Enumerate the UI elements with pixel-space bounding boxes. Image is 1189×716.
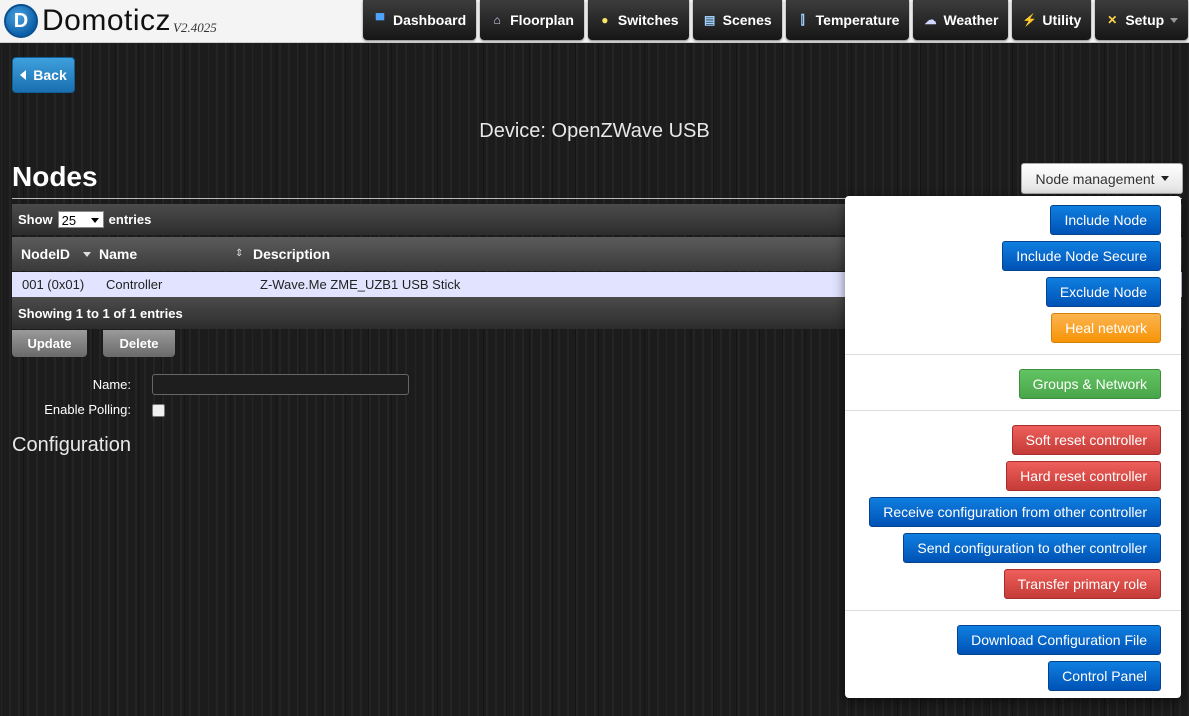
include-node-button[interactable]: Include Node: [1050, 205, 1161, 235]
nav-label: Utility: [1042, 12, 1082, 28]
back-arrow-icon: [20, 70, 27, 80]
delete-button-label: Delete: [119, 336, 159, 351]
cell-description: Z-Wave.Me ZME_UZB1 USB Stick: [260, 277, 461, 292]
node-management-label: Node management: [1035, 170, 1155, 187]
exclude-node-button[interactable]: Exclude Node: [1045, 277, 1161, 307]
download-config-button[interactable]: Download Configuration File: [957, 625, 1161, 655]
nav-floorplan[interactable]: ⌂ Floorplan: [480, 0, 584, 40]
nav-switches[interactable]: ● Switches: [587, 0, 689, 40]
app-name: Domoticz: [42, 4, 172, 37]
hard-reset-button[interactable]: Hard reset controller: [1006, 461, 1161, 491]
soft-reset-button[interactable]: Soft reset controller: [1011, 425, 1161, 455]
monitor-icon: ▀: [375, 13, 385, 27]
cloud-icon: ☁: [924, 13, 937, 27]
thermometer-icon: ⫿: [800, 13, 805, 27]
entries-label: entries: [108, 212, 152, 227]
column-description-label: Description: [253, 246, 331, 262]
include-node-secure-button[interactable]: Include Node Secure: [1002, 241, 1161, 271]
nav-dashboard[interactable]: ▀ Dashboard: [363, 0, 477, 40]
update-button-label: Update: [27, 336, 72, 351]
name-label: Name:: [92, 377, 131, 392]
menu-divider: [845, 410, 1181, 411]
polling-checkbox[interactable]: [152, 404, 165, 417]
transfer-primary-button[interactable]: Transfer primary role: [1003, 569, 1161, 599]
column-nodeid-label: NodeID: [21, 246, 70, 262]
nav-temperature[interactable]: ⫿ Temperature: [785, 0, 910, 40]
column-header-nodeid[interactable]: NodeID: [21, 246, 70, 262]
receive-config-button[interactable]: Receive configuration from other control…: [869, 497, 1161, 527]
menu-divider: [845, 354, 1181, 355]
logo-icon: D: [4, 4, 38, 38]
show-label: Show: [18, 212, 53, 227]
nav-utility[interactable]: ⚡ Utility: [1012, 0, 1092, 40]
heal-network-button[interactable]: Heal network: [1051, 313, 1161, 343]
menu-divider: [845, 610, 1181, 611]
sort-both-icon: ⇕: [235, 248, 244, 259]
top-bar: D Domoticz V2.4025 ▀ Dashboard ⌂ Floorplan ●…: [0, 0, 1189, 43]
nav-setup[interactable]: ✕ Setup: [1095, 0, 1189, 40]
column-header-description[interactable]: Description: [253, 246, 330, 262]
caret-down-icon: [1170, 17, 1179, 23]
control-panel-button[interactable]: Control Panel: [1048, 661, 1161, 691]
cell-nodeid: 001 (0x01): [22, 277, 85, 292]
groups-network-button[interactable]: Groups & Network: [1018, 369, 1161, 399]
nav-label: Temperature: [815, 12, 900, 28]
caret-down-icon: [1160, 176, 1169, 181]
main-nav: ▀ Dashboard ⌂ Floorplan ● Switches ▤ Scenes ⫿ Tem…: [363, 0, 1189, 40]
nav-label: Dashboard: [393, 12, 467, 28]
table-info: Showing 1 to 1 of 1 entries: [18, 306, 183, 321]
column-name-label: Name: [99, 246, 138, 262]
tools-icon: ✕: [1107, 13, 1118, 27]
nav-label: Scenes: [722, 12, 772, 28]
bolt-icon: ⚡: [1022, 13, 1038, 27]
nav-scenes[interactable]: ▤ Scenes: [692, 0, 782, 40]
device-title: Device: OpenZWave USB: [479, 120, 710, 142]
nav-label: Setup: [1125, 12, 1165, 28]
node-management-menu: Include Node Include Node Secure Exclude…: [845, 196, 1181, 698]
nav-label: Weather: [943, 12, 999, 28]
name-input[interactable]: [152, 374, 409, 395]
update-button[interactable]: Update: [12, 330, 87, 357]
back-button[interactable]: Back: [12, 57, 75, 93]
sort-desc-icon: [83, 252, 91, 257]
app-version: V2.4025: [173, 20, 217, 35]
back-button-label: Back: [33, 67, 67, 83]
app-logo[interactable]: D Domoticz V2.4025: [4, 2, 217, 40]
entries-length: Show 25 entries: [18, 211, 151, 228]
nodes-title: Nodes: [12, 161, 98, 192]
entries-select[interactable]: 25: [57, 211, 104, 228]
node-management-button[interactable]: Node management: [1021, 163, 1183, 194]
cell-name: Controller: [106, 277, 163, 292]
nav-label: Switches: [617, 12, 679, 28]
nav-label: Floorplan: [510, 12, 574, 28]
nav-weather[interactable]: ☁ Weather: [913, 0, 1009, 40]
delete-button[interactable]: Delete: [103, 330, 175, 357]
bulb-icon: ●: [601, 13, 609, 27]
column-header-name[interactable]: Name: [99, 246, 137, 262]
clapper-icon: ▤: [703, 13, 716, 27]
house-icon: ⌂: [493, 13, 501, 27]
send-config-button[interactable]: Send configuration to other controller: [903, 533, 1161, 563]
polling-label: Enable Polling:: [44, 402, 131, 417]
configuration-title: Configuration: [12, 434, 131, 456]
